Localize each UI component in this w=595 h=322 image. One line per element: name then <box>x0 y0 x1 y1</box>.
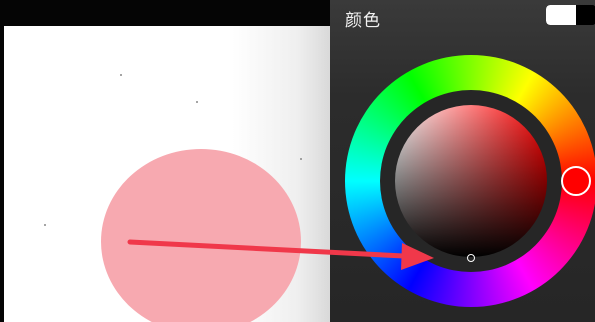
pink-circle-shape[interactable] <box>101 149 301 322</box>
hue-ring[interactable] <box>345 55 595 307</box>
saturation-brightness-handle[interactable] <box>467 254 475 262</box>
canvas-speck <box>300 158 302 160</box>
canvas-speck <box>44 224 46 226</box>
secondary-color-swatch[interactable] <box>576 5 595 25</box>
saturation-brightness-disc[interactable] <box>395 105 547 257</box>
hue-handle[interactable] <box>561 166 591 196</box>
drawing-canvas-area[interactable] <box>0 0 330 322</box>
color-swatches[interactable] <box>546 5 595 25</box>
canvas-speck <box>120 74 122 76</box>
canvas-speck <box>196 101 198 103</box>
ring-gap <box>380 90 562 272</box>
color-panel: 颜色 <box>330 0 595 322</box>
primary-color-swatch[interactable] <box>546 5 576 25</box>
panel-title: 颜色 <box>345 11 381 31</box>
app-screen: 颜色 <box>0 0 595 322</box>
